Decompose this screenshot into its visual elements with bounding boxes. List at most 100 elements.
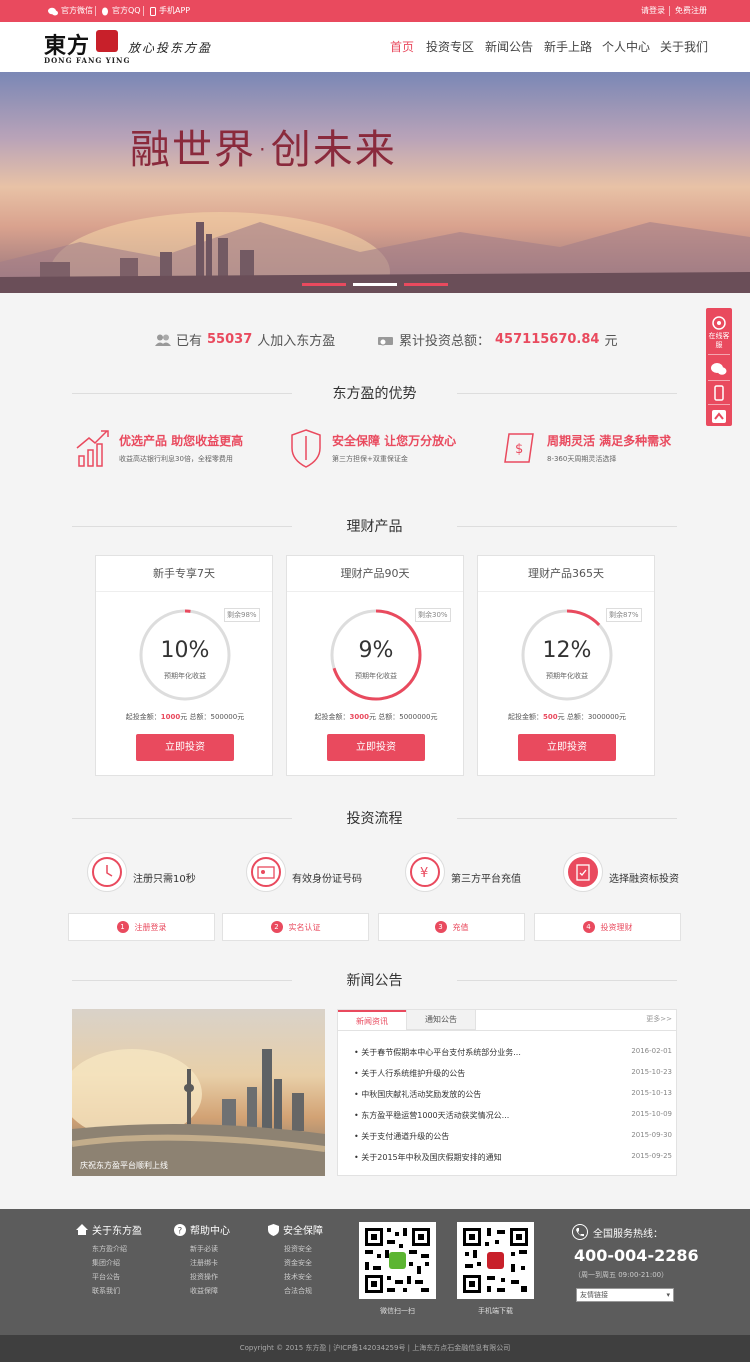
list-item[interactable]: • 关于人行系统维护升级的公告 2015-10-23 [354,1068,672,1079]
products-heading: 理财产品 [72,516,677,536]
nav-home[interactable]: 首页 [390,22,414,72]
footer-link[interactable]: 投资操作 [174,1272,230,1282]
nav-invest[interactable]: 投资专区 [426,22,474,72]
footer-link[interactable]: 新手必读 [174,1244,230,1254]
users-icon [155,334,171,346]
friend-links-select[interactable]: 友情链接 ▾ [576,1288,674,1302]
product-card: 理财产品90天 9% 预期年化收益 剩余30% 起投金额：3000元 总额：50… [286,555,464,776]
qr-code-icon [363,1226,432,1295]
list-item[interactable]: • 东方盈平稳运营1000天活动获奖情况公... 2015-10-09 [354,1110,672,1121]
news-image[interactable]: 庆祝东方盈平台顺利上线 [72,1009,325,1176]
svg-text:¥: ¥ [420,866,428,881]
progress-ring: 9% 预期年化收益 [329,608,423,702]
invest-now-button[interactable]: 立即投资 [136,734,234,761]
qq-link[interactable]: 官方QQ [101,0,141,22]
nav-account[interactable]: 个人中心 [602,22,650,72]
qq-icon [102,7,108,15]
invest-now-button[interactable]: 立即投资 [327,734,425,761]
advantage-item: 安全保障 让您万分放心 第三方担保+双重保证金 [288,428,488,468]
service-hours: （周一到周五 09:00-21:00） [574,1271,669,1279]
product-name: 新手专享7天 [96,556,272,592]
nav-about[interactable]: 关于我们 [660,22,708,72]
svg-text:?: ? [178,1226,183,1236]
product-info: 起投金额：3000元 总额：5000000元 [314,713,438,721]
nav-news[interactable]: 新闻公告 [485,22,533,72]
city-photo [72,1049,325,1176]
online-service-label[interactable]: 在线客服 [706,332,732,350]
shield-icon [268,1223,279,1236]
process-heading: 投资流程 [72,808,677,828]
user-count: 已有 55037 人加入东方盈 [155,330,335,349]
money-icon [378,336,393,345]
advantage-item: $ 周期灵活 满足多种需求 8-360天周期灵活选择 [503,428,703,468]
list-item[interactable]: • 中秋国庆献礼活动奖励发放的公告 2015-10-13 [354,1089,672,1100]
list-item[interactable]: • 关于春节假期本中心平台支付系统部分业务... 2016-02-01 [354,1047,672,1058]
logo-seal-icon [96,30,118,52]
mobile-icon[interactable] [706,382,732,404]
home-icon [76,1224,88,1235]
product-rate: 12% [542,638,592,663]
remaining-badge: 剩余98% [224,608,260,622]
footer-col-security: 安全保障 投资安全 资金安全 技术安全 合法合规 [268,1222,323,1296]
hero-banner[interactable]: 融世界·创未来 [0,72,750,293]
product-info: 起投金额：1000元 总额：500000元 [125,713,245,721]
tab-notices[interactable]: 通知公告 [406,1010,476,1030]
help-icon: ? [174,1223,186,1236]
login-link[interactable]: 请登录 [641,0,665,22]
process-box-verify[interactable]: 2 实名认证 [222,913,369,941]
invest-now-button[interactable]: 立即投资 [518,734,616,761]
yuan-icon: ¥ [405,852,445,892]
footer-link[interactable]: 投资安全 [268,1244,323,1254]
app-qr-code [457,1222,534,1299]
news-image-caption: 庆祝东方盈平台顺利上线 [80,1161,168,1170]
banner-dot-2[interactable] [353,283,397,286]
list-item[interactable]: • 关于2015年中秋及国庆假期安排的通知 2015-09-25 [354,1152,672,1163]
footer-link[interactable]: 合法合规 [268,1286,323,1296]
invest-total: 累计投资总额： 457115670.84 元 [378,330,617,349]
banner-dot-1[interactable] [302,283,346,286]
tab-news[interactable]: 新闻资讯 [338,1010,406,1030]
more-link[interactable]: 更多>> [646,1014,672,1024]
wechat-icon[interactable] [706,358,732,380]
product-name: 理财产品365天 [478,556,654,592]
wechat-link[interactable]: 官方微信 [48,0,93,22]
city-skyline-image [0,212,750,293]
remaining-badge: 剩余87% [606,608,642,622]
footer-col-help: ? 帮助中心 新手必读 注册绑卡 投资操作 收益保障 [174,1222,230,1296]
footer-link[interactable]: 东方盈介绍 [76,1244,142,1254]
list-item[interactable]: • 关于支付通道升级的公告 2015-09-30 [354,1131,672,1142]
product-card: 新手专享7天 10% 预期年化收益 剩余98% 起投金额：1000元 总额：50… [95,555,273,776]
footer-link[interactable]: 集团介绍 [76,1258,142,1268]
advantages-heading: 东方盈的优势 [72,383,677,403]
wechat-label: 官方微信 [61,6,93,15]
id-card-icon [246,852,286,892]
process-box-register[interactable]: 1 注册登录 [68,913,215,941]
register-link[interactable]: 免费注册 [675,0,707,22]
logo-subtitle: DONG FANG YING [44,56,131,65]
product-info: 起投金额：500元 总额：3000000元 [507,713,627,721]
svg-text:$: $ [515,442,523,457]
banner-dot-3[interactable] [404,283,448,286]
banner-title: 融世界·创未来 [130,127,397,173]
top-bar: 官方微信 官方QQ 手机APP 请登录 免费注册 [0,0,750,22]
footer-link[interactable]: 平台公告 [76,1272,142,1282]
app-link[interactable]: 手机APP [150,0,190,22]
process-box-recharge[interactable]: 3 充值 [378,913,525,941]
copyright: Copyright © 2015 东方盈 | 沪ICP备142034259号 |… [0,1335,750,1362]
progress-ring: 10% 预期年化收益 [138,608,232,702]
footer-link[interactable]: 资金安全 [268,1258,323,1268]
progress-ring: 12% 预期年化收益 [520,608,614,702]
footer-col-about: 关于东方盈 东方盈介绍 集团介绍 平台公告 联系我们 [76,1222,142,1296]
footer-link[interactable]: 联系我们 [76,1286,142,1296]
footer-link[interactable]: 注册绑卡 [174,1258,230,1268]
shield-icon [291,429,321,468]
footer-link[interactable]: 技术安全 [268,1272,323,1282]
advantage-item: 优选产品 助您收益更高 收益高达银行利息30倍，全程零费用 [75,428,275,468]
app-qr-label: 手机端下载 [478,1307,513,1315]
back-to-top-icon[interactable] [706,406,732,426]
footer-link[interactable]: 收益保障 [174,1286,230,1296]
process-box-invest[interactable]: 4 投资理财 [534,913,681,941]
money-bill-icon: $ [504,433,534,463]
nav-guide[interactable]: 新手上路 [544,22,592,72]
chevron-down-icon: ▾ [666,1291,670,1299]
